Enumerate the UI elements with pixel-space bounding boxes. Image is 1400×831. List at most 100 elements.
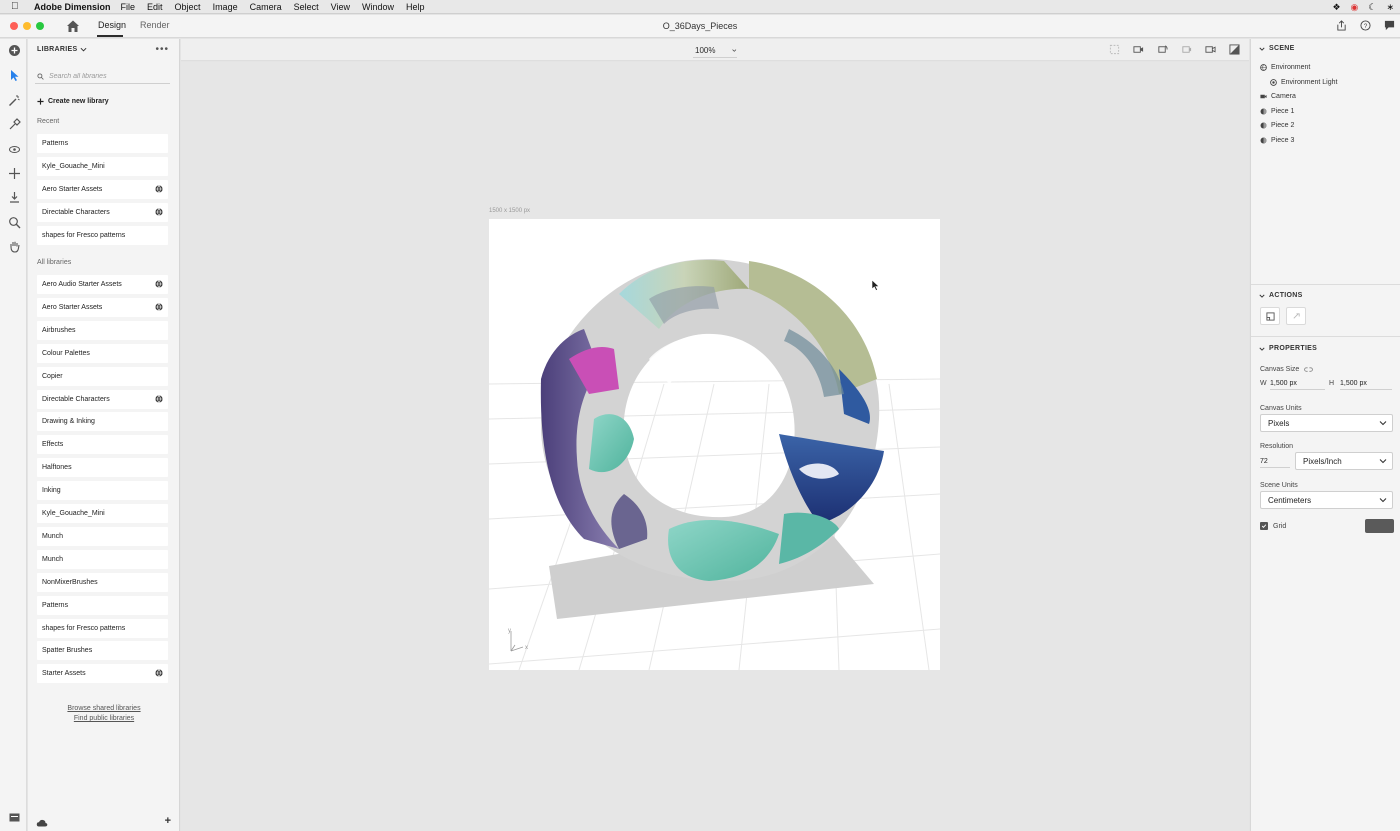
share-icon[interactable] [1335,19,1348,32]
scene-item[interactable]: Camera [1260,93,1296,100]
properties-section-header[interactable]: PROPERTIES [1259,345,1317,352]
shared-globe-icon [155,669,163,678]
close-window-button[interactable] [10,22,18,30]
tab-design[interactable]: Design [98,20,126,30]
feedback-icon[interactable] [1383,19,1396,32]
select-tool-icon[interactable] [7,68,21,82]
maximize-window-button[interactable] [36,22,44,30]
menu-object[interactable]: Object [175,2,201,12]
canvas-size-label: 1500 x 1500 px [489,208,531,214]
library-item[interactable]: Munch [37,549,168,569]
canvas-units-value: Pixels [1268,418,1290,428]
camera-orbit-icon[interactable] [1156,43,1169,56]
library-item[interactable]: Kyle_Gouache_Mini [37,156,168,176]
cloud-sync-icon[interactable] [36,818,48,827]
library-item[interactable]: Aero Starter Assets [37,179,168,199]
camera-dolly-icon[interactable] [1204,43,1217,56]
library-item-label: Aero Audio Starter Assets [42,281,122,288]
render-preview-icon[interactable] [1228,43,1241,56]
zoom-select[interactable]: 100% [693,44,737,58]
libraries-header[interactable]: LIBRARIES [37,46,87,53]
library-item[interactable]: Aero Starter Assets [37,297,168,317]
app-name-menu[interactable]: Adobe Dimension [34,2,111,12]
resolution-unit-select[interactable]: Pixels/Inch [1295,452,1393,470]
scene-section-header[interactable]: SCENE [1259,45,1295,52]
scene-units-value: Centimeters [1268,495,1312,505]
library-item[interactable]: Halftones [37,458,168,478]
library-item[interactable]: Effects [37,435,168,455]
height-field[interactable]: 1,500 px [1340,377,1392,390]
library-item[interactable]: Airbrushes [37,320,168,340]
menu-help[interactable]: Help [406,2,425,12]
camera-pan-icon[interactable] [1180,43,1193,56]
minimize-window-button[interactable] [23,22,31,30]
grid-checkbox[interactable] [1260,522,1268,530]
library-item[interactable]: Munch [37,526,168,546]
library-item[interactable]: Drawing & Inking [37,412,168,432]
tab-render[interactable]: Render [140,20,170,30]
actions-section-header[interactable]: ACTIONS [1259,292,1303,299]
camera-bookmark-icon[interactable] [1132,43,1145,56]
resolution-field[interactable]: 72 [1260,455,1290,468]
move-tool-icon[interactable] [7,166,21,180]
drop-to-ground-icon[interactable] [7,190,21,204]
sample-material-icon[interactable] [7,117,21,131]
magic-wand-icon[interactable] [7,93,21,107]
hand-tool-icon[interactable] [7,239,21,253]
orbit-tool-icon[interactable] [7,142,21,156]
scene-item[interactable]: Piece 2 [1260,122,1294,129]
scene-item[interactable]: Environment [1260,64,1310,71]
library-item[interactable]: Copier [37,366,168,386]
menu-image[interactable]: Image [213,2,238,12]
document-title: O_36Days_Pieces [662,21,738,31]
creative-cloud-icon[interactable]: ◉ [1351,2,1359,13]
library-item[interactable]: Colour Palettes [37,343,168,363]
zoom-tool-icon[interactable] [7,215,21,229]
menu-camera[interactable]: Camera [250,2,282,12]
link-proportions-icon[interactable] [1304,366,1314,373]
dropbox-icon[interactable]: ❖ [1332,2,1340,13]
add-content-icon[interactable] [7,43,21,57]
place-on-ground-button[interactable] [1286,307,1306,325]
chevron-down-icon [1379,498,1387,503]
library-item-label: Munch [42,532,64,540]
fit-to-canvas-button[interactable] [1260,307,1280,325]
library-item[interactable]: Kyle_Gouache_Mini [37,504,168,523]
canvas-units-select[interactable]: Pixels [1260,414,1393,432]
width-field[interactable]: 1,500 px [1270,377,1325,390]
grid-color-swatch[interactable] [1365,519,1394,533]
find-public-libraries-link[interactable]: Find public libraries [28,714,180,724]
menu-file[interactable]: File [121,2,136,12]
library-item[interactable]: Patterns [37,595,168,615]
frame-selection-icon[interactable] [1108,43,1121,56]
menu-select[interactable]: Select [294,2,319,12]
layers-icon[interactable] [7,810,21,824]
search-input[interactable] [49,73,159,80]
library-item[interactable]: Aero Audio Starter Assets [37,275,168,294]
more-options-icon[interactable]: ••• [155,44,169,55]
home-icon[interactable] [65,19,81,33]
menu-window[interactable]: Window [362,2,394,12]
library-item[interactable]: shapes for Fresco patterns [37,618,168,638]
scene-item[interactable]: Piece 3 [1260,137,1294,144]
add-asset-icon[interactable]: + [165,815,171,827]
library-item[interactable]: Spatter Brushes [37,641,168,661]
library-item[interactable]: Starter Assets [37,664,168,684]
bluetooth-icon[interactable]: ∗ [1386,2,1394,13]
scene-item[interactable]: Piece 1 [1260,108,1294,115]
help-icon[interactable]: ? [1359,19,1372,32]
menu-view[interactable]: View [331,2,350,12]
scene-units-select[interactable]: Centimeters [1260,491,1393,509]
library-item[interactable]: Patterns [37,134,168,153]
create-library-button[interactable]: Create new library [37,98,109,105]
library-item[interactable]: Directable Characters [37,389,168,409]
library-item[interactable]: shapes for Fresco patterns [37,225,168,245]
browse-shared-libraries-link[interactable]: Browse shared libraries [28,704,180,714]
night-mode-icon[interactable]: ☾ [1368,2,1376,13]
menu-edit[interactable]: Edit [147,2,163,12]
library-item[interactable]: Inking [37,481,168,501]
apple-menu-icon[interactable]:  [11,1,25,12]
library-item[interactable]: NonMixerBrushes [37,572,168,592]
scene-item[interactable]: Environment Light [1270,79,1337,86]
library-item[interactable]: Directable Characters [37,202,168,222]
